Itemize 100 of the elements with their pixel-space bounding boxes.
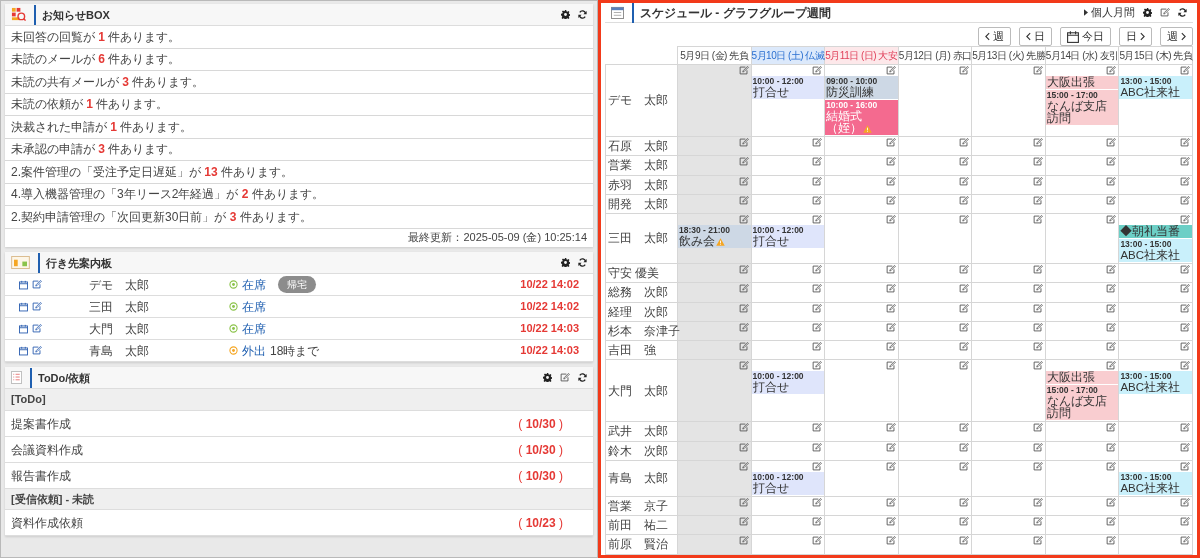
notice-message[interactable]: 未読のメールが 6 件あります。 [11,50,181,69]
edit-icon[interactable] [1106,517,1117,526]
edit-icon[interactable] [812,215,823,224]
edit-icon[interactable] [738,461,749,471]
edit-icon[interactable] [885,322,896,332]
edit-icon[interactable] [959,157,970,167]
schedule-event[interactable]: 10:00 - 12:00 打合せ [751,371,825,395]
schedule-event[interactable]: 10:00 - 12:00 打合せ [751,471,825,495]
schedule-event[interactable]: 13:00 - 15:00 ABC社来社 [1119,76,1192,99]
nav-button[interactable]: 週 [1160,27,1193,46]
edit-icon[interactable] [885,265,896,274]
edit-icon[interactable] [812,361,823,371]
edit-icon[interactable] [885,423,896,433]
edit-icon[interactable] [1106,157,1117,167]
edit-icon[interactable] [1180,497,1190,507]
edit-icon[interactable] [812,157,823,167]
nav-button[interactable]: 今日 [1060,27,1111,46]
edit-icon[interactable] [1032,176,1043,186]
edit-icon[interactable] [959,284,970,294]
edit-icon[interactable] [1032,157,1043,167]
edit-icon[interactable] [1180,423,1190,433]
edit-icon[interactable] [1032,497,1043,507]
schedule-event[interactable]: 大阪出張 [1045,76,1119,89]
edit-icon[interactable] [1106,361,1117,371]
edit-icon[interactable] [1032,138,1043,147]
edit-icon[interactable] [1032,361,1043,371]
nav-button[interactable]: 週 [978,27,1011,46]
edit-icon[interactable] [1180,157,1190,167]
calendar-icon[interactable] [19,279,28,290]
schedule-event[interactable]: 18:30 - 21:00 飲み会 [678,225,751,248]
edit-icon[interactable] [1106,265,1117,274]
edit-icon[interactable] [1032,265,1043,274]
edit-icon[interactable] [1180,536,1190,546]
calendar-icon[interactable] [19,345,28,356]
edit-icon[interactable] [1180,361,1190,371]
edit-icon[interactable] [738,497,749,507]
edit-icon[interactable] [1032,517,1043,526]
edit-icon[interactable] [885,361,896,371]
edit-icon[interactable] [959,461,970,471]
edit-icon[interactable] [738,66,749,75]
refresh-icon[interactable] [578,258,587,267]
schedule-event[interactable]: 13:00 - 15:00 ABC社来社 [1119,371,1192,395]
calendar-icon[interactable] [19,323,28,334]
edit-icon[interactable] [32,279,42,289]
edit-icon[interactable] [1160,8,1170,17]
edit-icon[interactable] [959,322,970,332]
edit-icon[interactable] [1106,423,1117,433]
edit-icon[interactable] [1106,461,1117,471]
nav-button[interactable]: 日 [1019,27,1052,46]
edit-icon[interactable] [1032,342,1043,351]
edit-icon[interactable] [1180,322,1190,332]
edit-icon[interactable] [959,138,970,147]
edit-icon[interactable] [812,461,823,471]
edit-icon[interactable] [1180,461,1190,471]
edit-icon[interactable] [885,138,896,147]
edit-icon[interactable] [885,284,896,294]
edit-icon[interactable] [738,342,749,351]
schedule-event[interactable]: 15:00 - 17:00 なんば支店訪問 [1045,90,1119,125]
nav-button[interactable]: 日 [1119,27,1152,46]
edit-icon[interactable] [1106,195,1117,205]
edit-icon[interactable] [1106,442,1117,452]
edit-icon[interactable] [812,265,823,274]
edit-icon[interactable] [812,342,823,351]
edit-icon[interactable] [1180,517,1190,526]
edit-icon[interactable] [1180,265,1190,274]
edit-icon[interactable] [1032,322,1043,332]
edit-icon[interactable] [1032,303,1043,313]
edit-icon[interactable] [959,342,970,351]
edit-icon[interactable] [738,536,749,546]
notice-message[interactable]: 未承認の申請が 3 件あります。 [11,140,181,159]
calendar-icon[interactable] [19,301,28,312]
edit-icon[interactable] [959,497,970,507]
refresh-icon[interactable] [578,10,587,19]
schedule-event[interactable]: 大阪出張 [1045,371,1119,385]
edit-icon[interactable] [1106,322,1117,332]
edit-icon[interactable] [1032,423,1043,433]
edit-icon[interactable] [1032,195,1043,205]
edit-icon[interactable] [1180,195,1190,205]
edit-icon[interactable] [959,265,970,274]
edit-icon[interactable] [812,442,823,452]
edit-icon[interactable] [1180,442,1190,452]
edit-icon[interactable] [885,517,896,526]
edit-icon[interactable] [1106,497,1117,507]
edit-icon[interactable] [1180,176,1190,186]
edit-icon[interactable] [812,322,823,332]
schedule-event[interactable]: 09:00 - 10:00 防災訓練 [825,76,898,99]
notice-message[interactable]: 4.導入機器管理の「3年リース2年経過」が 2 件あります。 [11,185,324,204]
refresh-icon[interactable] [578,373,587,382]
edit-icon[interactable] [1106,342,1117,351]
edit-icon[interactable] [1106,303,1117,313]
schedule-event[interactable]: ◆朝礼当番 [1119,225,1192,238]
refresh-icon[interactable] [1178,8,1187,17]
edit-icon[interactable] [560,373,570,382]
edit-icon[interactable] [738,517,749,526]
edit-icon[interactable] [812,303,823,313]
edit-icon[interactable] [1106,215,1117,224]
edit-icon[interactable] [738,265,749,274]
edit-icon[interactable] [959,442,970,452]
edit-icon[interactable] [812,66,823,75]
edit-icon[interactable] [32,301,42,311]
